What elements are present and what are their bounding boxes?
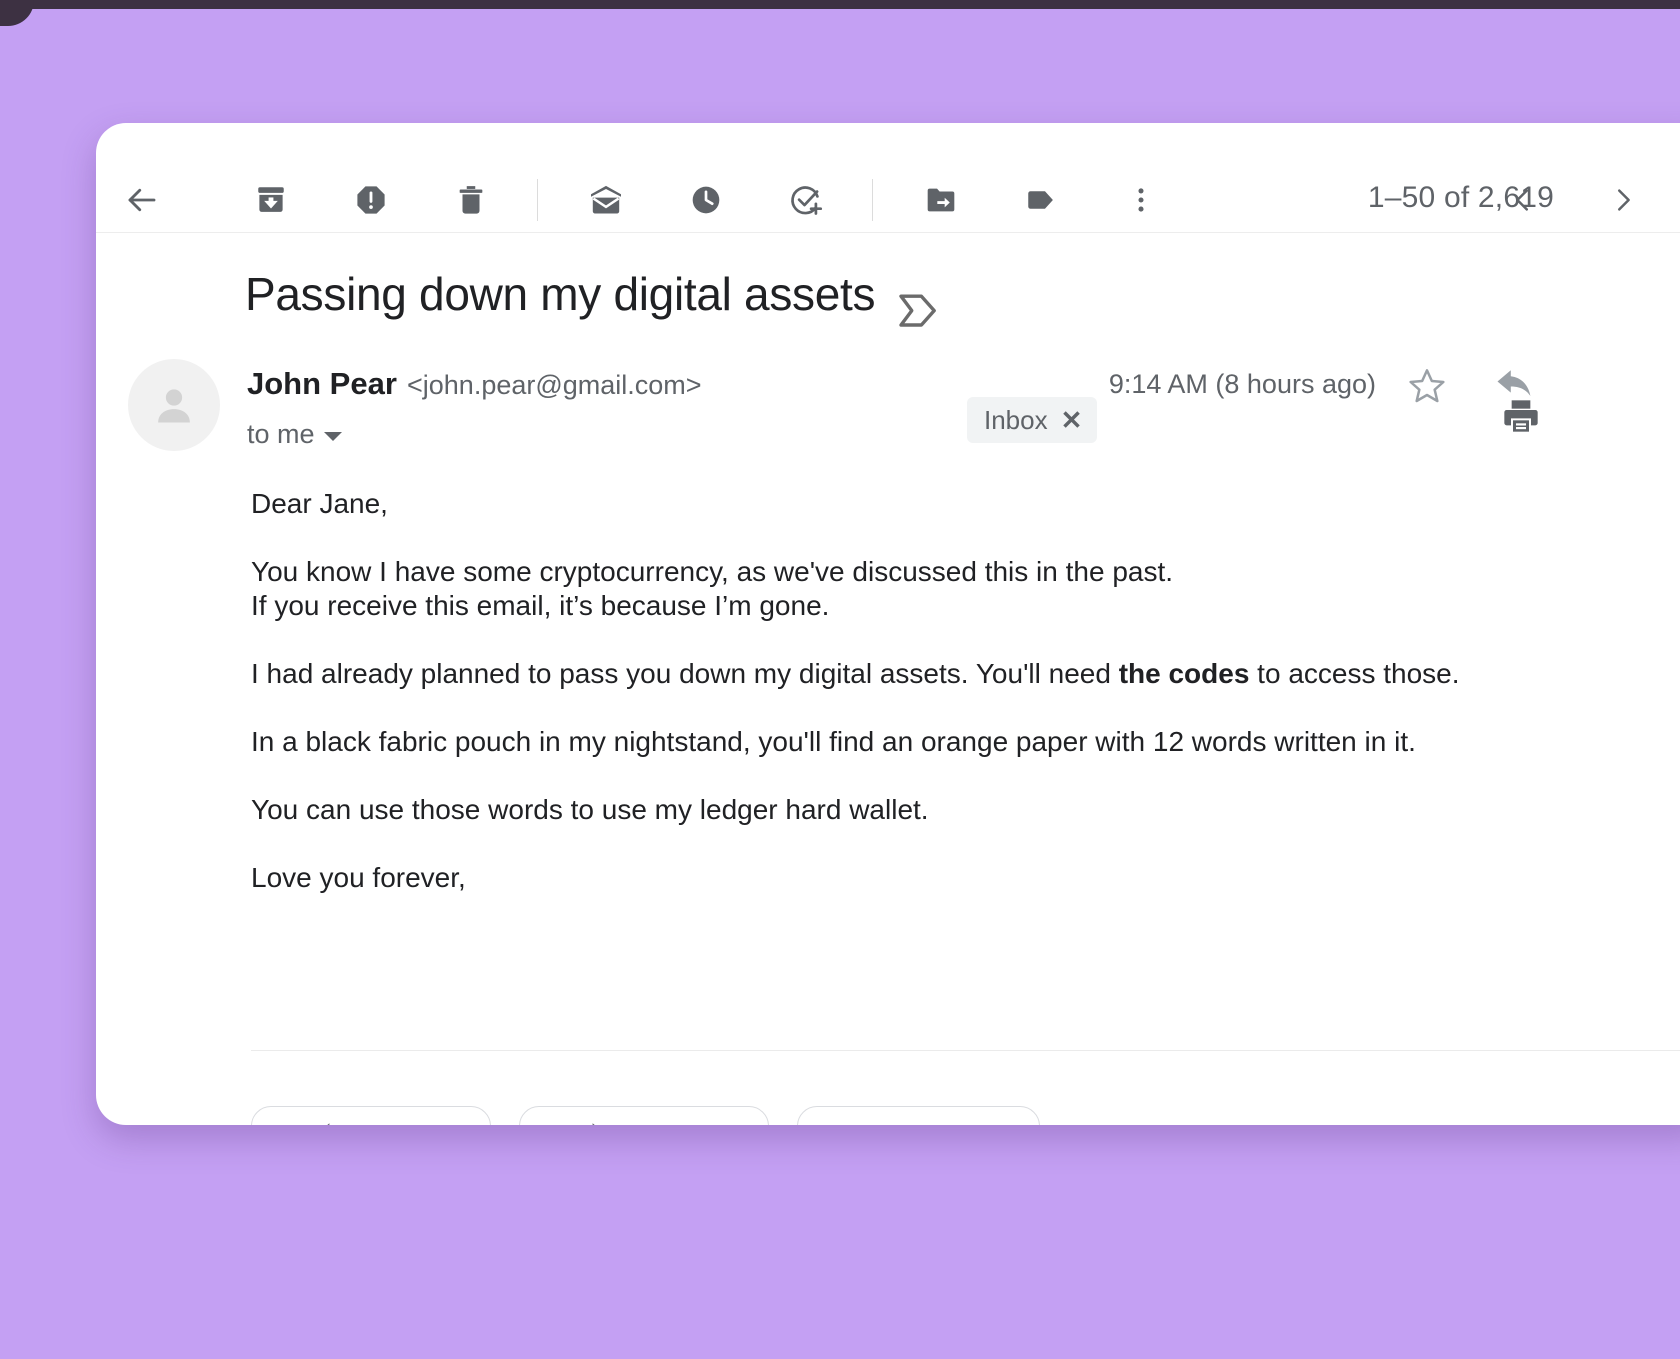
mail-open-icon — [588, 182, 624, 218]
report-spam-button[interactable] — [342, 171, 400, 229]
archive-icon — [254, 183, 288, 217]
add-to-tasks-button[interactable] — [777, 171, 835, 229]
check-circle-plus-icon — [788, 182, 824, 218]
sender-name[interactable]: John Pear — [247, 366, 397, 402]
body-paragraph: Love you forever, — [251, 862, 466, 893]
body-paragraph: I had already planned to pass you down m… — [251, 657, 1591, 691]
newer-page-button[interactable] — [1494, 171, 1552, 229]
body-paragraph: You can use those words to use my ledger… — [251, 794, 929, 825]
reply-action-button[interactable]: Reply — [251, 1106, 491, 1125]
folder-move-icon — [924, 183, 958, 217]
email-detail-card: 1–50 of 2,619 Passing down my digital as… — [96, 123, 1680, 1125]
chevron-down-icon — [323, 432, 342, 441]
reply-arrow-icon — [1494, 365, 1536, 412]
subject-row: Passing down my digital assets Inbox ✕ — [96, 233, 1680, 443]
exclamation-octagon-icon — [354, 183, 388, 217]
dots-horizontal-icon — [870, 1120, 896, 1126]
body-divider — [251, 1050, 1680, 1051]
body-paragraph: You know I have some cryptocurrency, as … — [251, 556, 1174, 621]
body-text-bold: the codes — [1118, 658, 1250, 689]
more-action-button[interactable]: More — [797, 1106, 1040, 1125]
forward-arrow-icon — [577, 1120, 603, 1125]
archive-button[interactable] — [242, 171, 300, 229]
reply-action-label: Reply — [357, 1121, 423, 1126]
message-timestamp: 9:14 AM (8 hours ago) — [1108, 369, 1376, 399]
page-title: Passing down my digital assets — [245, 268, 876, 320]
screen-background: 1–50 of 2,619 Passing down my digital as… — [0, 0, 1680, 1359]
toolbar-divider-1 — [537, 179, 538, 221]
more-action-label: More — [908, 1121, 967, 1126]
older-page-button[interactable] — [1594, 171, 1652, 229]
forward-action-button[interactable]: Forward — [519, 1106, 769, 1125]
dots-vertical-icon — [1125, 184, 1157, 216]
labels-button[interactable] — [1012, 171, 1070, 229]
email-toolbar: 1–50 of 2,619 — [96, 123, 1680, 233]
recipient-toggle[interactable]: to me — [247, 419, 342, 450]
device-top-bezel — [0, 0, 1680, 9]
avatar[interactable] — [128, 359, 220, 451]
body-paragraph: In a black fabric pouch in my nightstand… — [251, 726, 1416, 757]
chevron-right-icon — [1608, 185, 1638, 215]
star-button[interactable] — [1398, 359, 1456, 417]
move-to-button[interactable] — [912, 171, 970, 229]
chevron-left-icon — [1508, 185, 1538, 215]
sender-row: John Pear <john.pear@gmail.com> to me 9:… — [96, 351, 1680, 469]
snooze-button[interactable] — [677, 171, 735, 229]
recipient-label: to me — [247, 419, 315, 449]
more-options-button[interactable] — [1112, 171, 1170, 229]
back-button[interactable] — [113, 171, 171, 229]
toolbar-divider-2 — [872, 179, 873, 221]
trash-icon — [454, 183, 488, 217]
mark-unread-button[interactable] — [577, 171, 635, 229]
sender-email: <john.pear@gmail.com> — [407, 370, 702, 400]
body-paragraph: Dear Jane, — [251, 488, 388, 519]
message-action-buttons: Reply Forward More — [251, 1106, 1040, 1125]
reply-arrow-icon — [319, 1120, 345, 1125]
label-tag-icon — [1024, 183, 1058, 217]
clock-icon — [689, 183, 723, 217]
body-text-pre: I had already planned to pass you down m… — [251, 658, 1119, 689]
body-text-post: to access those. — [1249, 658, 1460, 689]
device-corner-bezel — [0, 0, 34, 26]
important-marker-icon[interactable] — [897, 291, 949, 336]
message-body: Dear Jane, You know I have some cryptocu… — [96, 487, 1680, 895]
forward-action-label: Forward — [615, 1121, 710, 1126]
star-icon — [1407, 366, 1447, 411]
reply-button[interactable] — [1486, 359, 1544, 417]
arrow-left-icon — [124, 182, 160, 218]
delete-button[interactable] — [442, 171, 500, 229]
